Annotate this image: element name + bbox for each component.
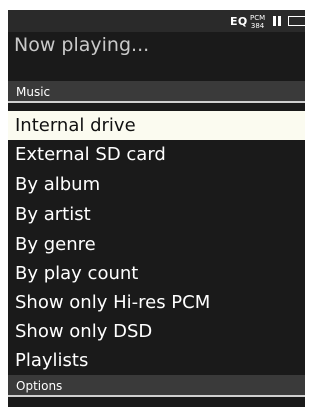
menu-item-by-album[interactable]: By album [8, 170, 305, 199]
section-header-label: Music [16, 85, 51, 99]
sample-rate-label: 384 [250, 22, 265, 30]
now-playing-button[interactable]: Now playing... [14, 34, 149, 56]
menu-item-by-play-count[interactable]: By play count [8, 259, 305, 288]
section-header-label: Options [16, 379, 63, 393]
battery-icon [288, 16, 305, 26]
pcm-indicator: PCM 384 [250, 12, 265, 32]
menu-item-show-only-hi-res-pcm[interactable]: Show only Hi-res PCM [8, 288, 305, 317]
status-bar: EQ PCM 384 [8, 10, 305, 32]
player-screen: EQ PCM 384 Now playing... Music Internal… [8, 10, 305, 407]
menu-item-show-only-dsd[interactable]: Show only DSD [8, 317, 305, 346]
menu-item-by-artist[interactable]: By artist [8, 200, 305, 229]
eq-indicator: EQ [230, 14, 248, 28]
pause-icon [273, 10, 283, 32]
menu-item-external-sd-card[interactable]: External SD card [8, 140, 305, 169]
menu-item-by-genre[interactable]: By genre [8, 230, 305, 259]
menu-item-internal-drive[interactable]: Internal drive [8, 111, 305, 140]
section-header-options: Options [8, 375, 305, 397]
menu-item-playlists[interactable]: Playlists [8, 346, 305, 375]
section-header-music: Music [8, 81, 305, 103]
pcm-label: PCM [250, 14, 266, 22]
